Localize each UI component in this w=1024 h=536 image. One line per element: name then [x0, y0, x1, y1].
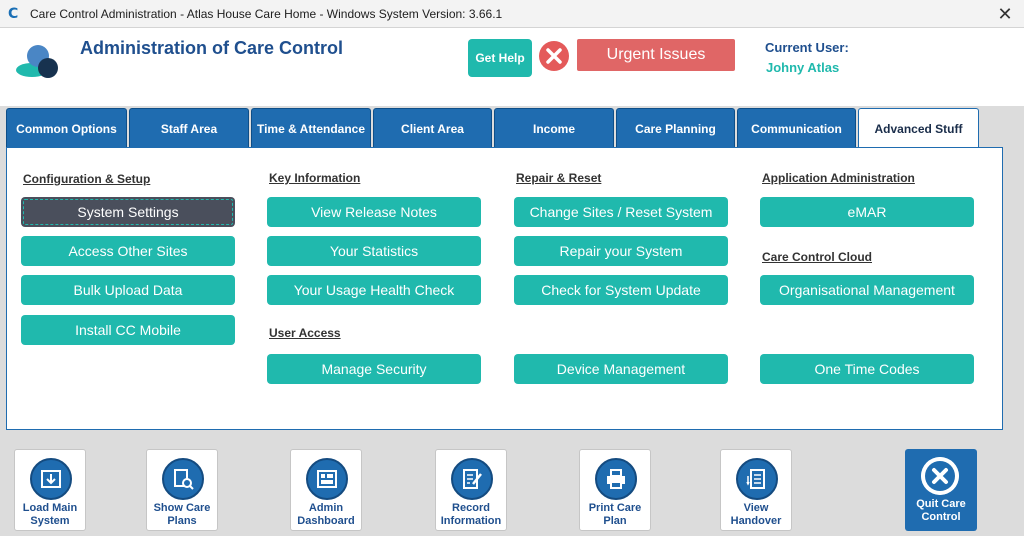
tab-time-attendance[interactable]: Time & Attendance — [251, 108, 371, 148]
manage-security-button[interactable]: Manage Security — [267, 354, 481, 384]
section-configuration-setup: Configuration & Setup — [23, 172, 151, 186]
your-statistics-button[interactable]: Your Statistics — [267, 236, 481, 266]
tile-label: System — [30, 515, 70, 527]
system-settings-button[interactable]: System Settings — [21, 197, 235, 227]
app-logo-icon: C — [8, 6, 19, 22]
show-care-plans-button[interactable]: Show Care Plans — [146, 449, 218, 531]
repair-system-button[interactable]: Repair your System — [514, 236, 728, 266]
quit-label: Control — [921, 511, 961, 523]
device-management-button[interactable]: Device Management — [514, 354, 728, 384]
tile-label: Dashboard — [297, 515, 355, 527]
tile-label: Load Main — [22, 502, 78, 514]
page-title: Administration of Care Control — [80, 38, 344, 58]
header: Administration of Care Control Get Help … — [0, 28, 1024, 106]
tile-label: Show Care — [153, 502, 211, 514]
brand-logo-icon — [16, 45, 58, 78]
tab-care-planning[interactable]: Care Planning — [616, 108, 735, 148]
install-cc-mobile-button[interactable]: Install CC Mobile — [21, 315, 235, 345]
section-key-information: Key Information — [269, 171, 361, 185]
tab-client-area[interactable]: Client Area — [373, 108, 492, 148]
tile-label: View — [743, 502, 769, 514]
tab-communication[interactable]: Communication — [737, 108, 856, 148]
section-care-control-cloud: Care Control Cloud — [762, 250, 872, 264]
check-system-update-button[interactable]: Check for System Update — [514, 275, 728, 305]
document-search-icon — [162, 458, 204, 500]
tile-label: Information — [440, 515, 502, 527]
tile-label: Plans — [167, 515, 197, 527]
title-bar: C Care Control Administration - Atlas Ho… — [0, 0, 1024, 28]
tile-label: Record — [452, 502, 490, 514]
tab-common-options[interactable]: Common Options — [6, 108, 127, 148]
get-help-button[interactable]: Get Help — [468, 39, 532, 77]
section-application-administration: Application Administration — [762, 171, 915, 185]
current-user-label: Current User: — [765, 40, 849, 55]
quit-label: Quit Care — [916, 498, 966, 510]
section-user-access: User Access — [269, 326, 341, 340]
urgent-issues-button[interactable]: Urgent Issues — [577, 39, 735, 71]
quit-care-control-button[interactable]: Quit Care Control — [905, 449, 977, 531]
printer-icon — [595, 458, 637, 500]
record-information-button[interactable]: Record Information — [435, 449, 507, 531]
load-main-system-button[interactable]: Load Main System — [14, 449, 86, 531]
close-circle-icon — [921, 457, 959, 495]
tile-label: Admin — [308, 502, 344, 514]
view-release-notes-button[interactable]: View Release Notes — [267, 197, 481, 227]
print-care-plan-button[interactable]: Print Care Plan — [579, 449, 651, 531]
alert-x-icon — [539, 41, 569, 71]
list-icon — [736, 458, 778, 500]
bulk-upload-data-button[interactable]: Bulk Upload Data — [21, 275, 235, 305]
dashboard-icon — [306, 458, 348, 500]
edit-document-icon — [451, 458, 493, 500]
usage-health-check-button[interactable]: Your Usage Health Check — [267, 275, 481, 305]
tab-income[interactable]: Income — [494, 108, 614, 148]
access-other-sites-button[interactable]: Access Other Sites — [21, 236, 235, 266]
tile-label: Print Care — [588, 502, 642, 514]
view-handover-button[interactable]: View Handover — [720, 449, 792, 531]
tab-advanced-stuff[interactable]: Advanced Stuff — [858, 108, 979, 149]
change-sites-reset-button[interactable]: Change Sites / Reset System — [514, 197, 728, 227]
tile-label: Handover — [730, 515, 782, 527]
one-time-codes-button[interactable]: One Time Codes — [760, 354, 974, 384]
organisational-management-button[interactable]: Organisational Management — [760, 275, 974, 305]
window-title: Care Control Administration - Atlas Hous… — [30, 7, 503, 21]
current-user-name: Johny Atlas — [766, 60, 840, 75]
tile-label: Plan — [603, 515, 627, 527]
tab-staff-area[interactable]: Staff Area — [129, 108, 249, 148]
admin-dashboard-button[interactable]: Admin Dashboard — [290, 449, 362, 531]
download-box-icon — [30, 458, 72, 500]
close-icon[interactable]: ✕ — [994, 3, 1016, 25]
section-repair-reset: Repair & Reset — [516, 171, 602, 185]
emar-button[interactable]: eMAR — [760, 197, 974, 227]
